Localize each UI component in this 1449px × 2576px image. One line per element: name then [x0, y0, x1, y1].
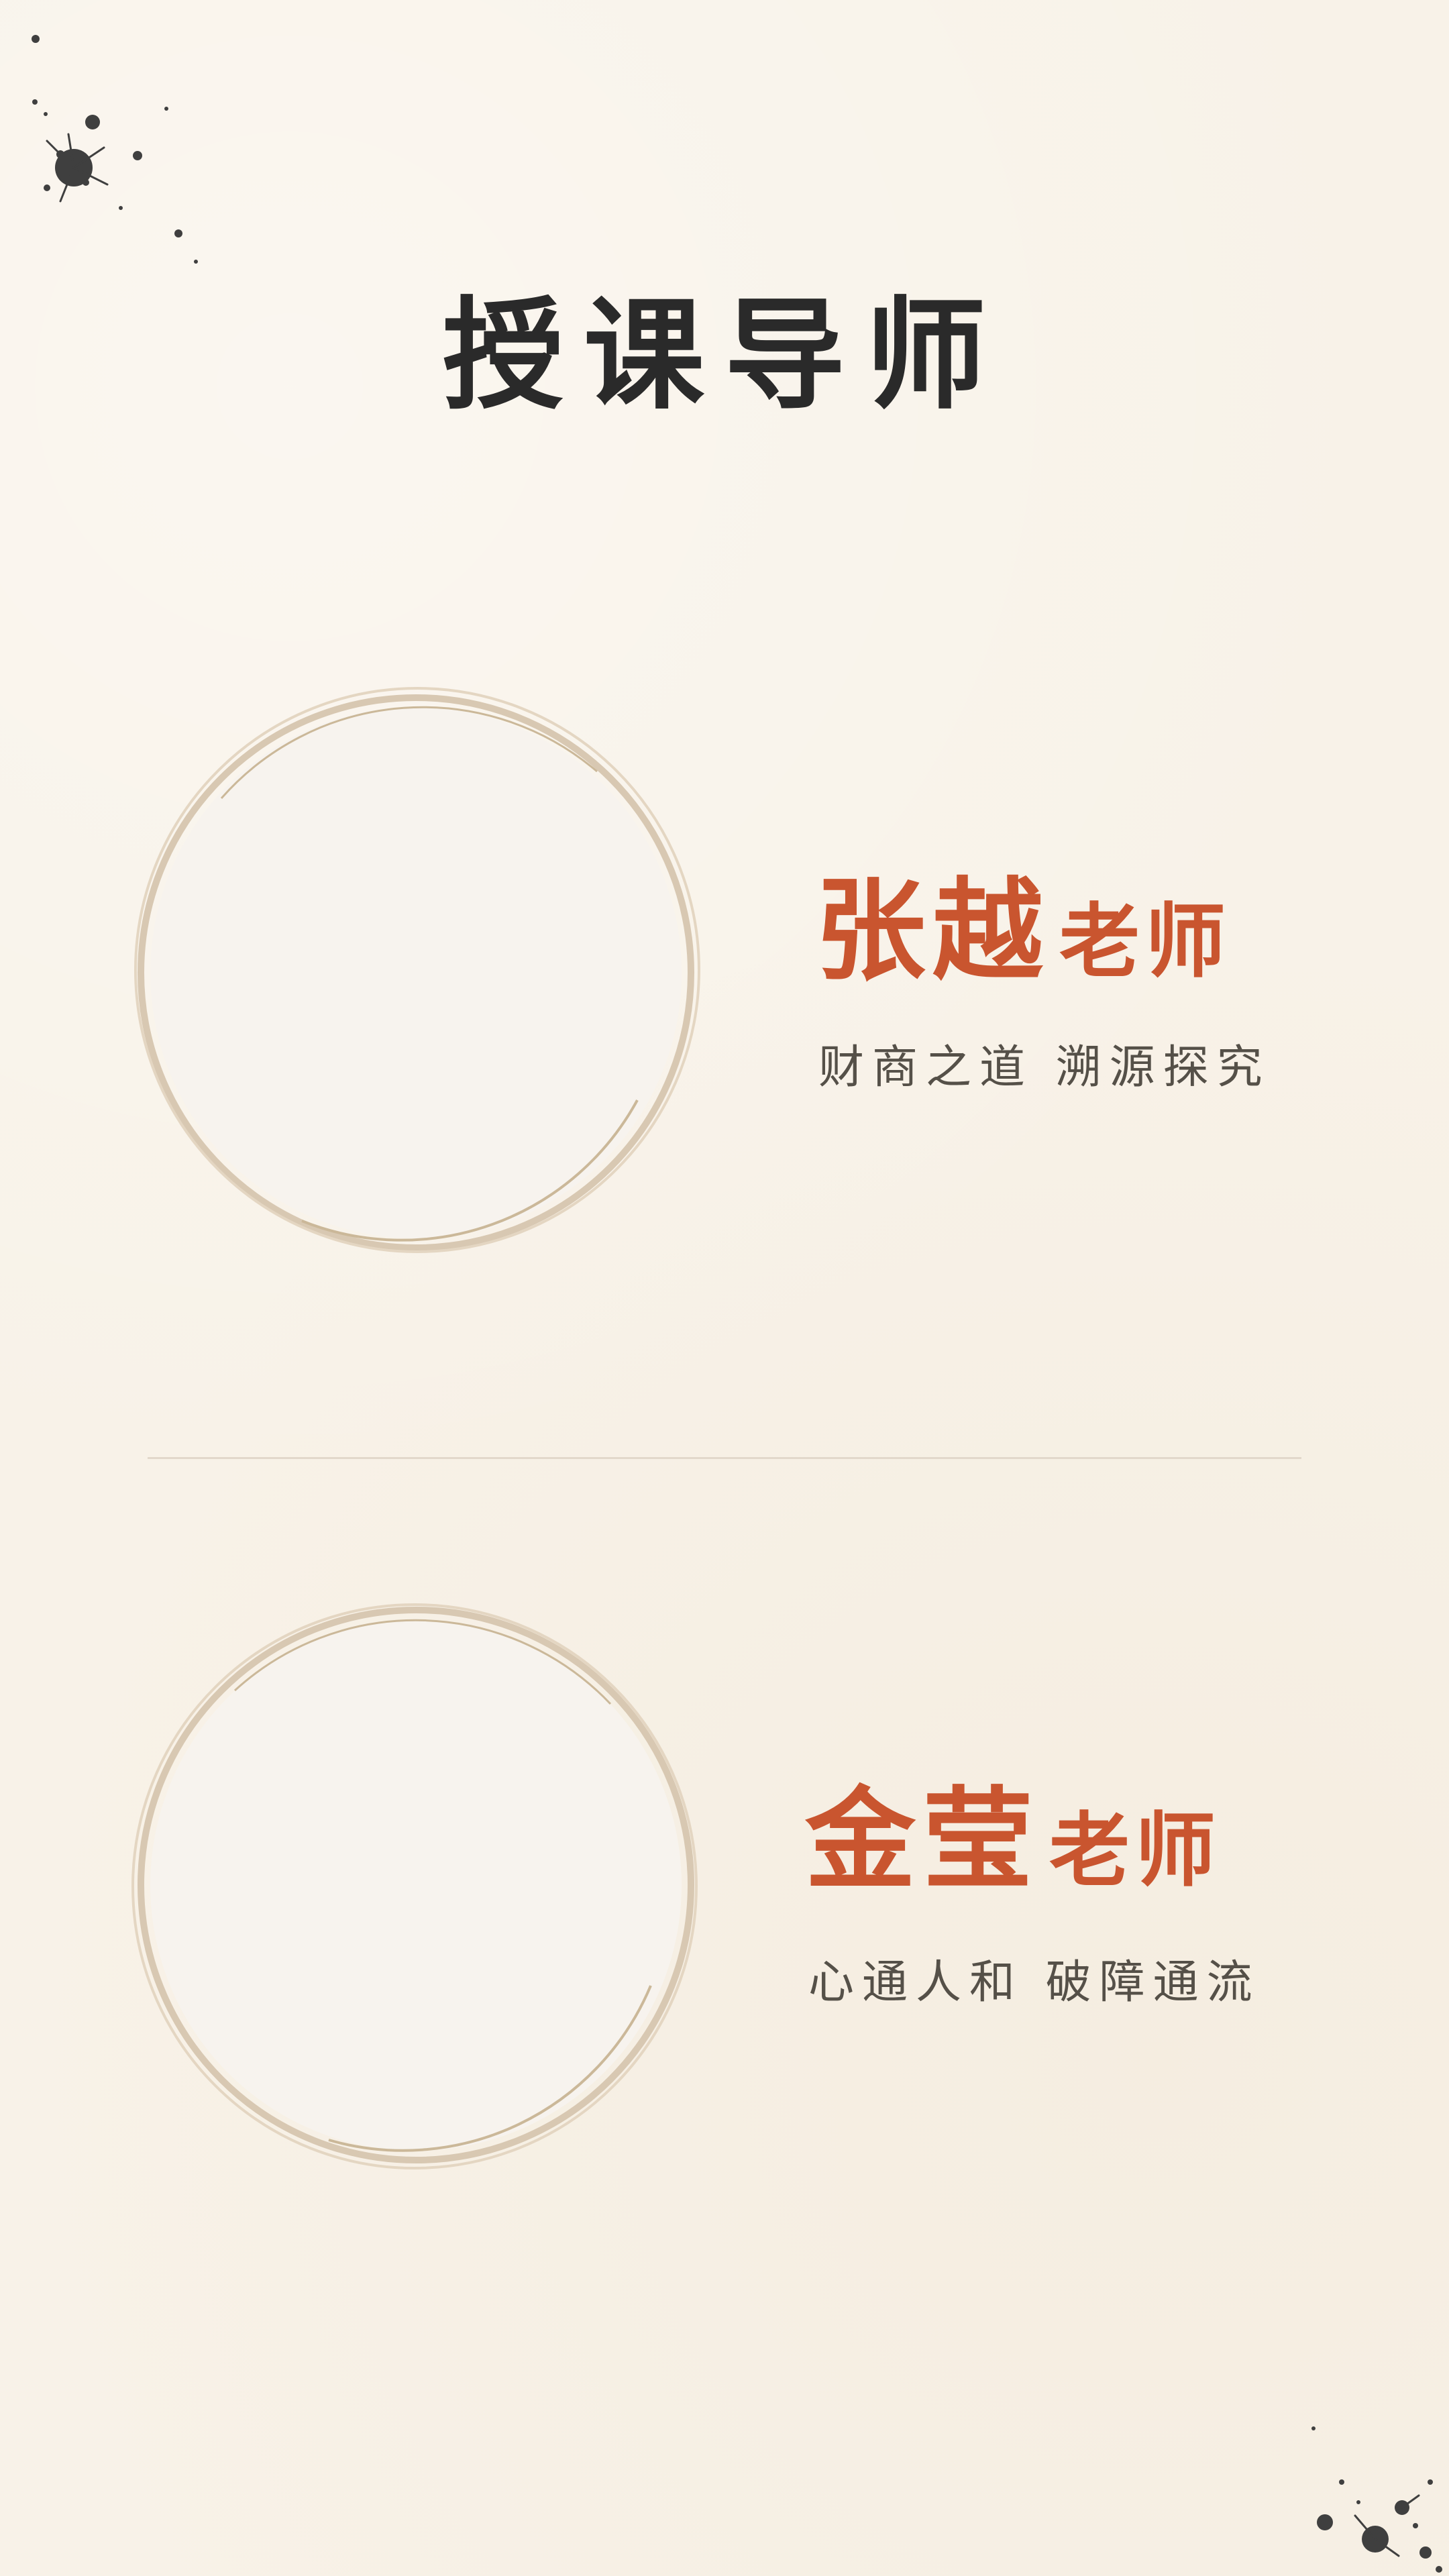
page-title: 授课导师 [442, 284, 1006, 426]
teacher-surname: 张越 [815, 865, 1050, 996]
teacher-honorific: 老师 [1049, 1803, 1221, 1898]
teacher-portrait-frame [131, 1603, 698, 2169]
teacher-honorific: 老师 [1059, 894, 1231, 989]
teacher-motto: 心通人和 破障通流 [808, 1956, 1260, 2009]
ink-splatter-decoration [1311, 2426, 1442, 2573]
teacher-name: 张越 老师 [815, 875, 1231, 986]
section-divider [148, 1457, 1301, 1459]
instructor-page: 授课导师 张越 老师 财商之道 溯源探究 金莹 老师 心通人和 破障通流 [0, 0, 1449, 2576]
teacher-portrait-frame [134, 687, 700, 1253]
teacher-surname: 金莹 [805, 1774, 1040, 1904]
teacher-motto: 财商之道 溯源探究 [818, 1041, 1271, 1094]
ink-splatter-decoration [32, 35, 198, 264]
teacher-name: 金莹 老师 [805, 1784, 1221, 1895]
